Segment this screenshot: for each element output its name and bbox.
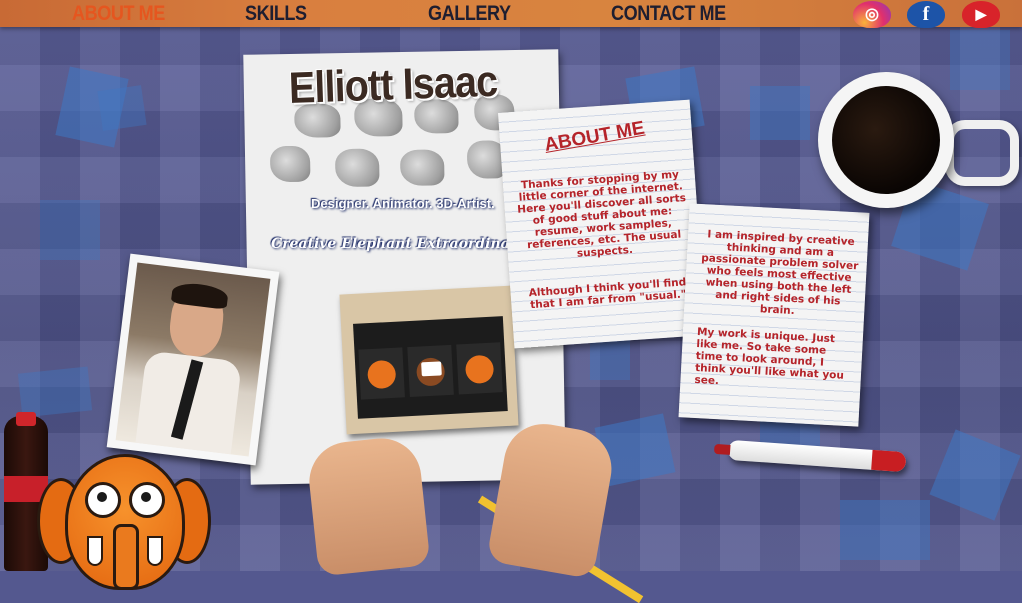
coffee-mug-handle (945, 120, 1019, 186)
work-paragraph: My work is unique. Just like me. So take… (694, 326, 845, 388)
coffee-mug (818, 72, 954, 208)
nav-skills[interactable]: SKILLS (245, 1, 307, 27)
about-me-paragraph-2: Although I think you'll find that I am f… (528, 276, 687, 312)
site-owner-name: Elliott Isaac (288, 56, 498, 113)
video-card (339, 285, 519, 435)
inspiration-note: I am inspired by creative thinking and a… (678, 203, 870, 427)
tagline: Designer. Animator. 3D-Artist. (311, 196, 495, 211)
nav-about-me[interactable]: ABOUT ME (72, 1, 165, 27)
about-me-heading: ABOUT ME (542, 117, 647, 156)
youtube-icon[interactable]: ▶ (962, 1, 1000, 28)
nav-contact-me[interactable]: CONTACT ME (611, 1, 726, 27)
elephant-mascot (37, 454, 211, 590)
subtitle: Creative Elephant Extraordinaire. (271, 236, 537, 252)
facebook-icon[interactable]: f (907, 1, 945, 28)
about-me-paragraph-1: Thanks for stopping by my little corner … (516, 168, 687, 260)
play-icon[interactable] (421, 361, 442, 377)
inspiration-paragraph: I am inspired by creative thinking and a… (700, 228, 859, 318)
left-hand (305, 434, 431, 577)
video-thumbnail (358, 347, 405, 400)
video-player[interactable] (353, 316, 508, 419)
nav-gallery[interactable]: GALLERY (428, 1, 511, 27)
instagram-icon[interactable]: ◎ (853, 1, 891, 28)
video-thumbnail (456, 342, 503, 395)
profile-photo (106, 253, 280, 466)
about-me-note: ABOUT ME Thanks for stopping by my littl… (498, 99, 706, 349)
top-nav-bar: ABOUT ME SKILLS GALLERY CONTACT ME ◎ f ▶ (0, 0, 1022, 28)
